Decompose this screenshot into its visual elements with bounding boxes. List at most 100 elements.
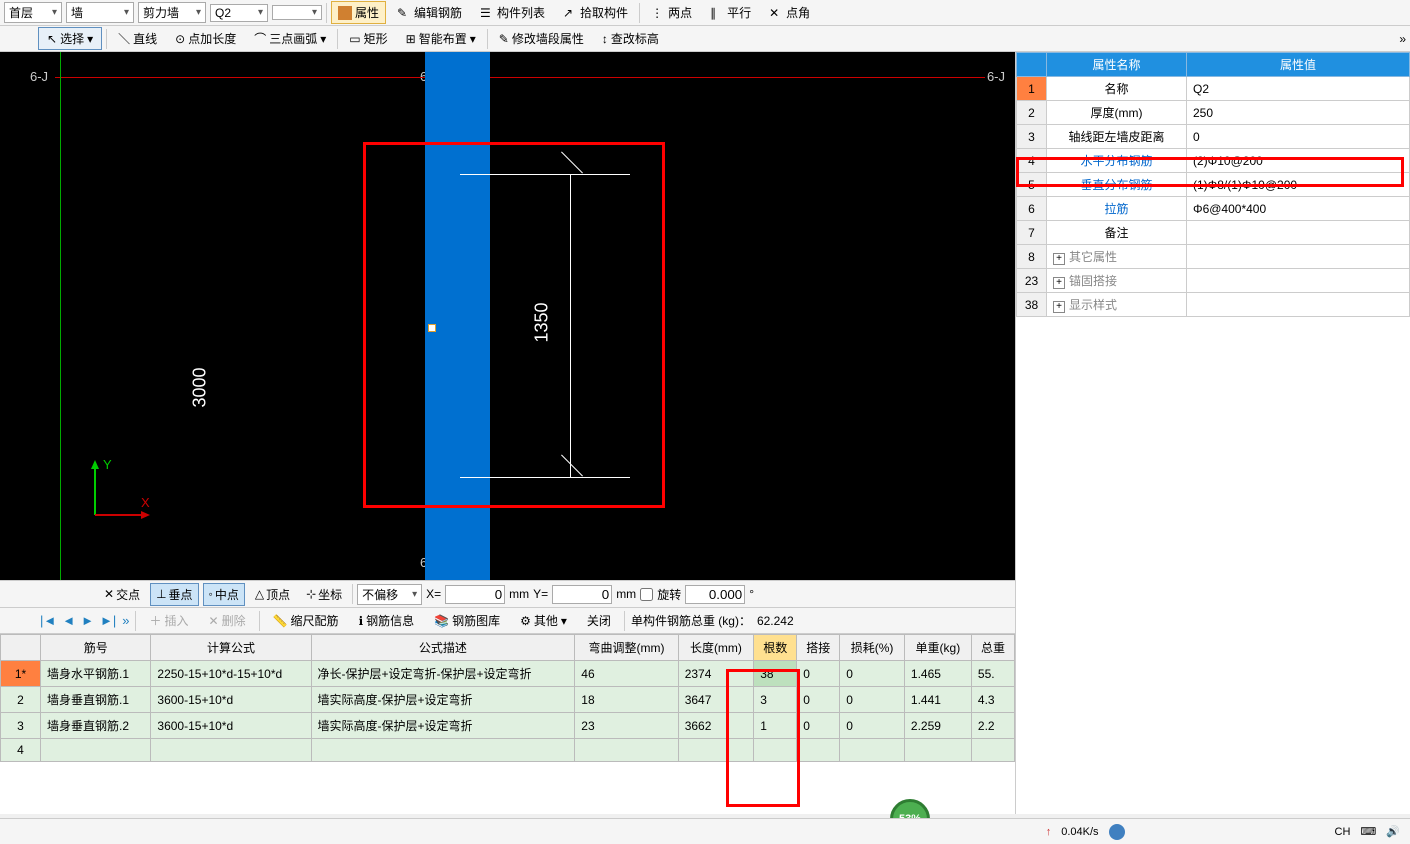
pick-component-button[interactable]: ↗拾取构件 xyxy=(556,1,635,24)
rebar-header[interactable]: 计算公式 xyxy=(151,635,311,661)
prop-row[interactable]: 2厚度(mm)250 xyxy=(1017,101,1410,125)
rebar-header[interactable]: 长度(mm) xyxy=(678,635,754,661)
subcategory-dropdown[interactable]: 剪力墙 xyxy=(138,2,206,23)
nav-next[interactable]: ► xyxy=(81,613,94,628)
point-length-button[interactable]: ⊙点加长度 xyxy=(168,27,243,50)
ime-icon[interactable]: ⌨ xyxy=(1360,825,1376,838)
tray-icon-1[interactable] xyxy=(1109,824,1125,840)
rebar-header[interactable]: 总重 xyxy=(971,635,1014,661)
dim-line-top xyxy=(460,174,630,175)
two-point-icon: ⋮ xyxy=(651,6,665,20)
midpoint-icon: ◦ xyxy=(209,587,213,601)
selection-red-box xyxy=(363,142,665,508)
other-button[interactable]: ⚙其他 ▾ xyxy=(513,609,574,632)
status-bar: ↑ 0.04K/s CH ⌨ 🔊 xyxy=(0,818,1410,844)
top-toolbar: 首层 墙 剪力墙 Q2 属性 ✎编辑钢筋 ☰构件列表 ↗拾取构件 ⋮两点 ∥平行… xyxy=(0,0,1410,26)
close-button[interactable]: 关闭 xyxy=(580,609,618,632)
divider xyxy=(639,3,640,23)
component-list-button[interactable]: ☰构件列表 xyxy=(473,1,552,24)
table-row[interactable]: 3墙身垂直钢筋.23600-15+10*d墙实际高度-保护层+设定弯折23366… xyxy=(1,713,1015,739)
smart-layout-button[interactable]: ⊞智能布置 ▾ xyxy=(399,27,483,50)
prop-row[interactable]: 8+其它属性 xyxy=(1017,245,1410,269)
nav-prev[interactable]: ◄ xyxy=(62,613,75,628)
table-row[interactable]: 1*墙身水平钢筋.12250-15+10*d-15+10*d净长-保护层+设定弯… xyxy=(1,661,1015,687)
edit-icon: ✎ xyxy=(499,32,509,46)
rebar-header[interactable]: 搭接 xyxy=(797,635,840,661)
rect-button[interactable]: ▭矩形 xyxy=(342,27,394,50)
prop-row[interactable]: 38+显示样式 xyxy=(1017,293,1410,317)
grid-label-6j-right: 6-J xyxy=(987,69,1005,84)
snap-perpendicular[interactable]: ⊥垂点 xyxy=(150,583,198,606)
rebar-library-button[interactable]: 📚钢筋图库 xyxy=(427,609,507,632)
expand-icon[interactable]: + xyxy=(1053,277,1065,289)
properties-table[interactable]: 属性名称 属性值 1名称Q22厚度(mm)2503轴线距左墙皮距离04水平分布钢… xyxy=(1016,52,1410,317)
rebar-header[interactable]: 公式描述 xyxy=(311,635,575,661)
two-point-button[interactable]: ⋮两点 xyxy=(644,1,699,24)
insert-icon: ＋ xyxy=(149,612,161,629)
snap-vertex[interactable]: △顶点 xyxy=(249,583,296,606)
insert-button[interactable]: ＋插入 xyxy=(142,609,195,632)
prop-row[interactable]: 23+锚固搭接 xyxy=(1017,269,1410,293)
delete-button[interactable]: ✕删除 xyxy=(202,609,253,632)
rebar-info-button[interactable]: ℹ钢筋信息 xyxy=(352,609,422,632)
arc-button[interactable]: ⌒三点画弧 ▾ xyxy=(247,27,333,50)
rebar-header[interactable]: 弯曲调整(mm) xyxy=(575,635,678,661)
select-tool[interactable]: ↖选择 ▾ xyxy=(38,27,102,50)
parallel-button[interactable]: ∥平行 xyxy=(703,1,758,24)
x-unit: mm xyxy=(509,587,529,601)
line-button[interactable]: ＼直线 xyxy=(111,27,164,50)
y-input[interactable] xyxy=(552,585,612,604)
level-dropdown[interactable]: 首层 xyxy=(4,2,62,23)
nav-first[interactable]: |◄ xyxy=(40,613,56,628)
prop-row[interactable]: 5垂直分布钢筋(1)Φ8/(1)Φ10@200 xyxy=(1017,173,1410,197)
sound-icon[interactable]: 🔊 xyxy=(1386,825,1400,838)
prop-header-value: 属性值 xyxy=(1187,53,1410,77)
rebar-header[interactable] xyxy=(1,635,41,661)
prop-header-name: 属性名称 xyxy=(1047,53,1187,77)
svg-text:Y: Y xyxy=(103,457,112,472)
category-dropdown[interactable]: 墙 xyxy=(66,2,134,23)
component-dropdown[interactable]: Q2 xyxy=(210,4,268,22)
nav-next2[interactable]: » xyxy=(122,613,129,628)
parallel-icon: ∥ xyxy=(710,6,724,20)
expand-icon[interactable]: + xyxy=(1053,253,1065,265)
rotate-input[interactable] xyxy=(685,585,745,604)
canvas[interactable]: 6-J 6-J 6-1 6-1 3000 1350 xyxy=(0,52,1015,580)
snap-midpoint[interactable]: ◦中点 xyxy=(203,583,245,606)
snap-coordinate[interactable]: ⊹坐标 xyxy=(300,583,348,606)
prop-row[interactable]: 7备注 xyxy=(1017,221,1410,245)
delete-icon: ✕ xyxy=(209,614,219,628)
rebar-table[interactable]: 筋号计算公式公式描述弯曲调整(mm)长度(mm)根数搭接损耗(%)单重(kg)总… xyxy=(0,634,1015,762)
ime-label[interactable]: CH xyxy=(1335,826,1351,838)
wall-element[interactable] xyxy=(425,52,490,580)
properties-button[interactable]: 属性 xyxy=(331,1,386,24)
point-angle-button[interactable]: ✕点角 xyxy=(762,1,817,24)
table-row[interactable]: 4 xyxy=(1,739,1015,762)
list-icon: ☰ xyxy=(480,6,494,20)
prop-row[interactable]: 1名称Q2 xyxy=(1017,77,1410,101)
rebar-header[interactable]: 根数 xyxy=(754,635,797,661)
nav-last[interactable]: ►| xyxy=(100,613,116,628)
dim-line-vertical xyxy=(570,174,571,477)
modify-wall-button[interactable]: ✎修改墙段属性 xyxy=(492,27,591,50)
table-row[interactable]: 2墙身垂直钢筋.13600-15+10*d墙实际高度-保护层+设定弯折18364… xyxy=(1,687,1015,713)
x-input[interactable] xyxy=(445,585,505,604)
rebar-table-container: 筋号计算公式公式描述弯曲调整(mm)长度(mm)根数搭接损耗(%)单重(kg)总… xyxy=(0,634,1015,814)
rebar-header[interactable]: 筋号 xyxy=(41,635,151,661)
snap-intersection[interactable]: ✕交点 xyxy=(98,583,146,606)
rotate-checkbox[interactable] xyxy=(640,588,653,601)
offset-dropdown[interactable]: 不偏移 xyxy=(357,584,422,605)
more-icon[interactable]: » xyxy=(1399,32,1406,46)
extra-dropdown[interactable] xyxy=(272,5,322,20)
check-elevation-button[interactable]: ↕查改标高 xyxy=(595,27,666,50)
expand-icon[interactable]: + xyxy=(1053,301,1065,313)
rebar-header[interactable]: 损耗(%) xyxy=(840,635,905,661)
rebar-header[interactable]: 单重(kg) xyxy=(904,635,971,661)
ruler-button[interactable]: 📏缩尺配筋 xyxy=(266,609,346,632)
prop-row[interactable]: 3轴线距左墙皮距离0 xyxy=(1017,125,1410,149)
wall-handle[interactable] xyxy=(428,324,436,332)
prop-row[interactable]: 6拉筋Φ6@400*400 xyxy=(1017,197,1410,221)
divider xyxy=(106,29,107,49)
prop-row[interactable]: 4水平分布钢筋(2)Φ10@200 xyxy=(1017,149,1410,173)
edit-rebar-button[interactable]: ✎编辑钢筋 xyxy=(390,1,469,24)
